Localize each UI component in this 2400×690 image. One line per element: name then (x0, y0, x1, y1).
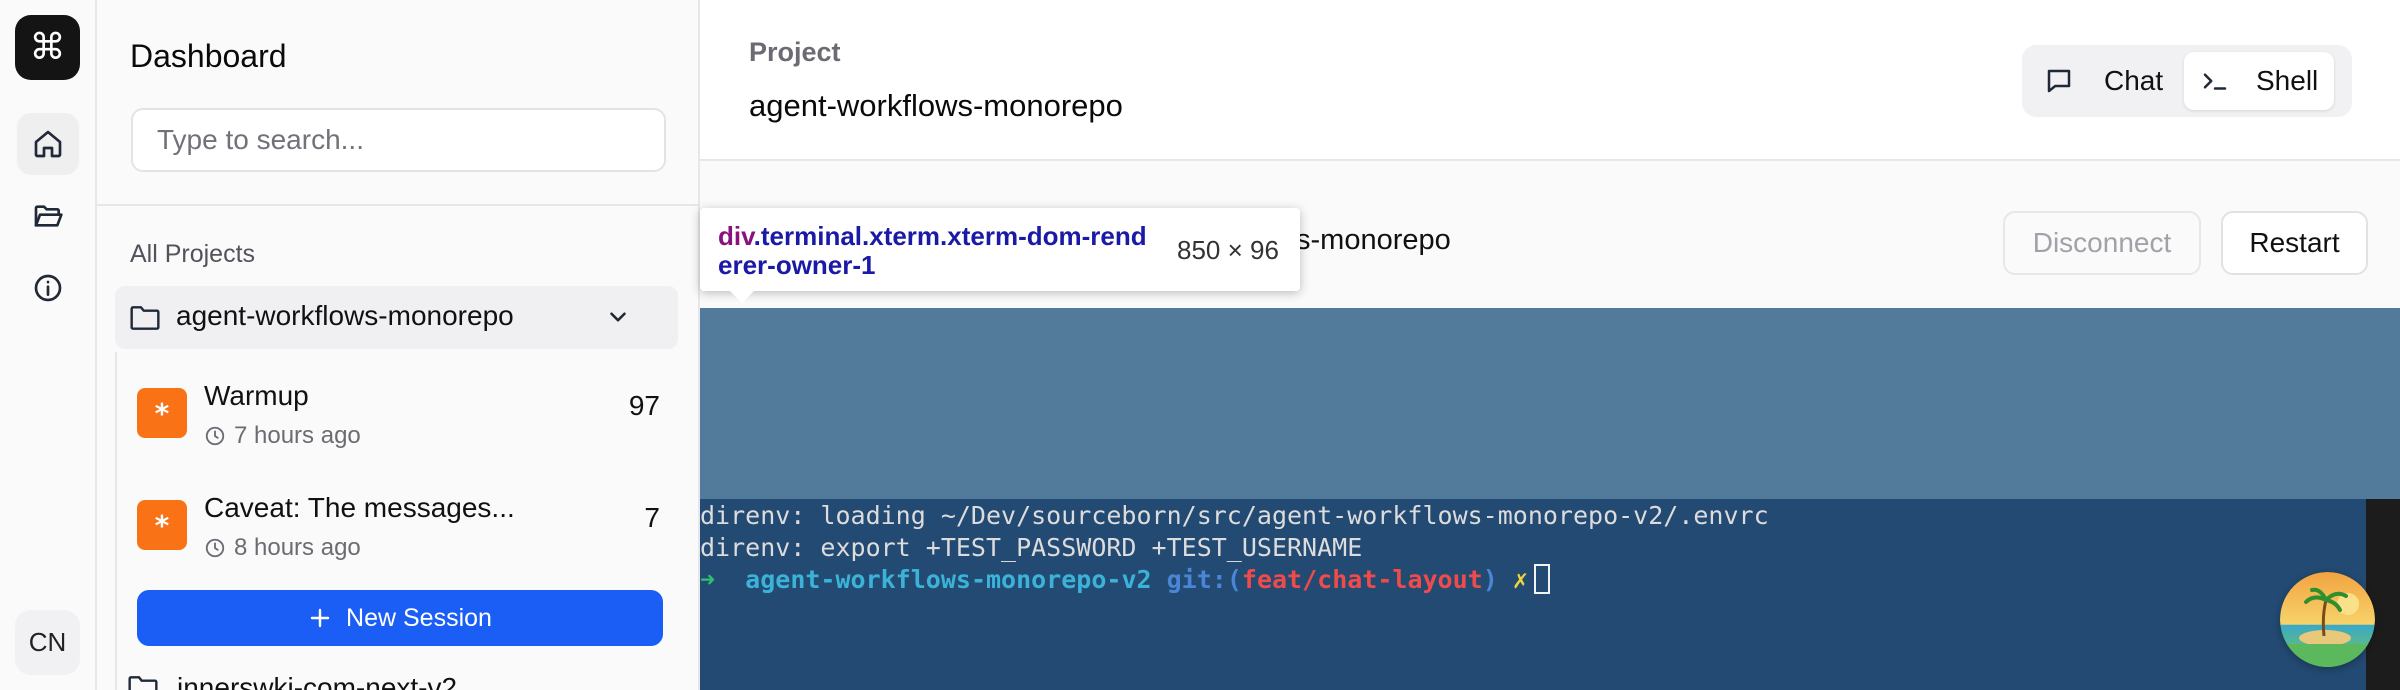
tooltip-arrow (730, 291, 754, 303)
tooltip-classes: .terminal.xterm.xterm-dom-renderer-owner… (718, 221, 1147, 280)
session-title: Warmup (204, 380, 309, 411)
terminal[interactable]: direnv: loading ~/Dev/sourceborn/src/age… (700, 308, 2400, 690)
home-button[interactable] (17, 113, 79, 175)
shell-path: s-monorepo (1296, 224, 1451, 256)
tooltip-selector: div.terminal.xterm.xterm-dom-renderer-ow… (718, 222, 1158, 280)
prompt-git-prefix: git:( (1166, 565, 1242, 594)
folder-icon (130, 306, 160, 330)
terminal-output: direnv: loading ~/Dev/sourceborn/src/age… (700, 500, 1769, 596)
plus-icon (310, 608, 330, 628)
info-icon (34, 274, 62, 302)
sidebar: Dashboard All Projects agent-workflows-m… (97, 0, 700, 690)
prompt-dirty-icon: ✗ (1512, 565, 1528, 594)
view-tabs: Chat Shell (2022, 45, 2352, 117)
tree-line (115, 352, 117, 690)
tooltip-tag: div (718, 221, 754, 251)
session-time: 7 hours ago (234, 422, 361, 449)
divider (97, 204, 698, 206)
icon-rail: ⌘ CN (0, 0, 97, 690)
prompt-arrow-icon: ➜ (700, 565, 716, 594)
search-input[interactable] (131, 108, 666, 172)
project-name: agent-workflows-monorepo (176, 300, 514, 331)
project-item[interactable]: innerswki-com-next-v2 (127, 672, 457, 690)
terminal-line: direnv: loading ~/Dev/sourceborn/src/age… (700, 501, 1769, 530)
clock-icon (205, 426, 225, 446)
session-meta: 8 hours ago (204, 534, 361, 562)
folder-icon (128, 676, 158, 690)
prompt-dir: agent-workflows-monorepo-v2 (745, 565, 1152, 594)
project-name: innerswki-com-next-v2 (177, 672, 458, 690)
new-session-button[interactable]: New Session (137, 590, 663, 646)
page-title: agent-workflows-monorepo (749, 88, 1123, 123)
main-panel: Project agent-workflows-monorepo Chat Sh… (700, 0, 2400, 690)
header-label: Project (749, 37, 841, 67)
tab-chat[interactable]: Chat (2028, 52, 2179, 110)
session-count: 7 (644, 502, 660, 533)
home-icon (34, 130, 62, 158)
info-button[interactable] (17, 257, 79, 319)
chevron-down-icon[interactable] (605, 304, 631, 330)
tab-shell[interactable]: Shell (2184, 52, 2335, 110)
session-count: 97 (628, 390, 660, 421)
terminal-line: direnv: export +TEST_PASSWORD +TEST_USER… (700, 533, 1363, 562)
terminal-prompt: ➜ agent-workflows-monorepo-v2 git:(feat/… (700, 564, 1769, 596)
devtools-tooltip: div.terminal.xterm.xterm-dom-renderer-ow… (700, 208, 1300, 303)
new-session-label: New Session (346, 603, 492, 632)
project-item[interactable]: agent-workflows-monorepo (115, 286, 678, 349)
session-item[interactable]: * Warmup 7 hours ago 97 (137, 380, 677, 488)
element-highlight (700, 308, 2400, 499)
session-time: 8 hours ago (234, 534, 361, 561)
folder-open-icon (34, 205, 63, 227)
message-square-icon (2047, 69, 2071, 93)
clock-icon (205, 538, 225, 558)
disconnect-button[interactable]: Disconnect (2003, 211, 2201, 275)
app-logo[interactable]: ⌘ (15, 15, 80, 80)
prompt-branch: feat/chat-layout (1241, 565, 1483, 594)
terminal-cursor (1533, 564, 1550, 594)
restart-button[interactable]: Restart (2221, 211, 2368, 275)
session-meta: 7 hours ago (204, 422, 361, 450)
tooltip-size: 850 × 96 (1177, 235, 1279, 265)
floating-avatar[interactable] (2280, 572, 2375, 667)
island-avatar-icon (2280, 572, 2375, 667)
session-badge-icon: * (137, 500, 187, 550)
terminal-icon (2203, 73, 2227, 90)
session-item[interactable]: * Caveat: The messages... 8 hours ago 7 (137, 492, 677, 600)
section-label: All Projects (130, 240, 256, 268)
tab-shell-label: Shell (2256, 65, 2319, 96)
terminal-scrollbar[interactable] (2366, 499, 2400, 690)
user-avatar[interactable]: CN (15, 610, 80, 675)
tab-chat-label: Chat (2104, 65, 2164, 96)
session-badge-icon: * (137, 388, 187, 438)
prompt-git-suffix: ) (1482, 565, 1498, 594)
sidebar-title: Dashboard (130, 38, 287, 74)
projects-button[interactable] (17, 185, 79, 247)
session-title: Caveat: The messages... (204, 492, 515, 523)
